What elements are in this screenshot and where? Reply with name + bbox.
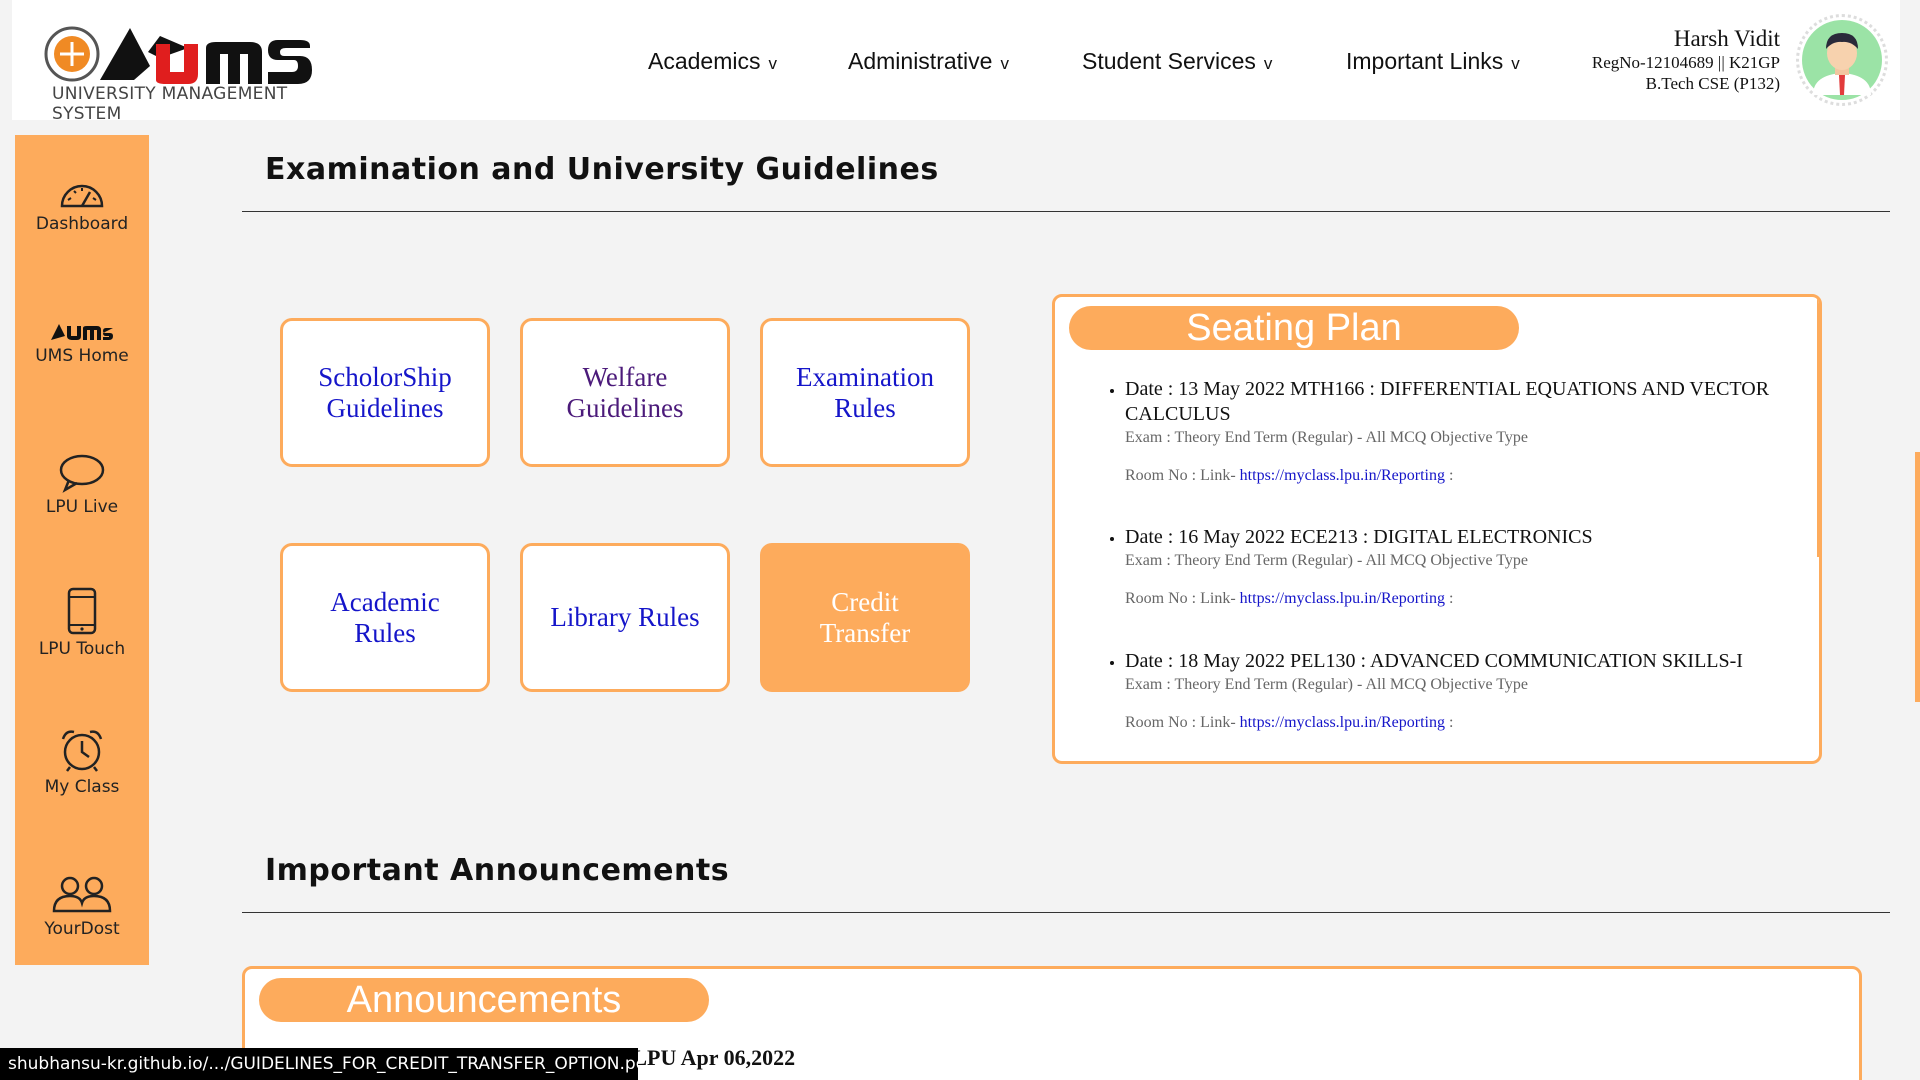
top-header: UNIVERSITY MANAGEMENT SYSTEM Academics v … — [12, 0, 1900, 124]
sidebar-item-lpu-touch[interactable]: LPU Touch — [15, 587, 149, 659]
seating-entry-exam: Exam : Theory End Term (Regular) - All M… — [1125, 676, 1529, 693]
room-suffix: : — [1445, 714, 1454, 731]
reporting-link[interactable]: https://myclass.lpu.in/Reporting — [1240, 714, 1445, 731]
chevron-down-icon: v — [768, 54, 777, 73]
sidebar-item-lpu-live[interactable]: LPU Live — [15, 453, 149, 517]
sidebar-item-ums-home[interactable]: UMS Home — [15, 320, 149, 366]
room-label: Room No : Link- — [1125, 467, 1236, 484]
chevron-down-icon: v — [1263, 54, 1273, 73]
seating-entry-room: Room No : Link- https://myclass.lpu.in/R… — [1125, 714, 1805, 732]
nav-academics[interactable]: Academics v — [648, 48, 777, 75]
room-suffix: : — [1445, 467, 1454, 484]
tile-scholarship-guidelines[interactable]: ScholorShip Guidelines — [280, 318, 490, 467]
avatar[interactable] — [1796, 14, 1888, 106]
sidebar-label-lpu-live: LPU Live — [45, 497, 119, 517]
nav-student-services-label: Student Services — [1082, 48, 1256, 74]
browser-status-url: shubhansu-kr.github.io/.../GUIDELINES_FO… — [0, 1048, 638, 1080]
section-divider — [242, 211, 1890, 212]
seating-entry: Date : 16 May 2022 ECE213 : DIGITAL ELEC… — [1125, 525, 1805, 649]
people-icon — [52, 876, 112, 913]
sidebar-label-lpu-touch: LPU Touch — [38, 639, 126, 659]
mobile-phone-icon — [67, 587, 97, 635]
room-suffix: : — [1445, 590, 1454, 607]
seating-entry: Date : 13 May 2022 MTH166 : DIFFERENTIAL… — [1125, 377, 1805, 525]
announcements-card-title: Announcements — [259, 978, 709, 1022]
sidebar-label-yourdost: YourDost — [44, 919, 120, 939]
reporting-link[interactable]: https://myclass.lpu.in/Reporting — [1240, 467, 1445, 484]
tile-examination-rules[interactable]: Examination Rules — [760, 318, 970, 467]
page-scrollbar[interactable] — [1915, 452, 1920, 702]
sidebar-item-dashboard[interactable]: Dashboard — [15, 180, 149, 234]
sidebar-item-my-class[interactable]: My Class — [15, 727, 149, 797]
tile-academic-rules[interactable]: Academic Rules — [280, 543, 490, 692]
chevron-down-icon: v — [1000, 54, 1009, 73]
announcements-section-title: Important Announcements — [265, 853, 730, 888]
announcement-item[interactable]: -LPU Apr 06,2022 — [625, 1045, 795, 1071]
nav-important-links-label: Important Links — [1346, 48, 1504, 74]
seating-plan-scrollbar[interactable] — [1817, 297, 1819, 557]
tile-library-rules[interactable]: Library Rules — [520, 543, 730, 692]
nav-student-services[interactable]: Student Services v — [1082, 48, 1272, 75]
chevron-down-icon: v — [1511, 54, 1520, 73]
seating-plan-list: Date : 13 May 2022 MTH166 : DIFFERENTIAL… — [1105, 377, 1805, 732]
seating-entry-exam: Exam : Theory End Term (Regular) - All M… — [1125, 552, 1529, 569]
seating-entry-exam: Exam : Theory End Term (Regular) - All M… — [1125, 429, 1529, 446]
user-regno: RegNo-12104689 || K21GP — [1591, 53, 1780, 72]
ums-logo-mark-icon — [44, 26, 312, 84]
nav-administrative-label: Administrative — [848, 48, 993, 74]
guidelines-section-title: Examination and University Guidelines — [265, 152, 939, 187]
sidebar-label-my-class: My Class — [44, 777, 120, 797]
chat-bubble-icon — [59, 454, 105, 493]
seating-plan-title: Seating Plan — [1069, 306, 1519, 350]
room-label: Room No : Link- — [1125, 590, 1236, 607]
user-name: Harsh Vidit — [1673, 26, 1780, 51]
ums-logo-icon — [51, 324, 113, 340]
tile-credit-transfer[interactable]: Credit Transfer — [760, 543, 970, 692]
ums-logo[interactable]: UNIVERSITY MANAGEMENT SYSTEM — [38, 18, 348, 124]
seating-entry-head: Date : 16 May 2022 ECE213 : DIGITAL ELEC… — [1125, 526, 1593, 548]
tile-welfare-guidelines[interactable]: Welfare Guidelines — [520, 318, 730, 467]
room-label: Room No : Link- — [1125, 714, 1236, 731]
seating-entry-head: Date : 13 May 2022 MTH166 : DIFFERENTIAL… — [1125, 378, 1770, 425]
seating-entry-room: Room No : Link- https://myclass.lpu.in/R… — [1125, 467, 1805, 485]
seating-entry-room: Room No : Link- https://myclass.lpu.in/R… — [1125, 590, 1805, 608]
sidebar-label-dashboard: Dashboard — [35, 214, 129, 234]
user-program: B.Tech CSE (P132) — [1645, 74, 1780, 93]
user-avatar-icon — [1802, 20, 1882, 100]
seating-entry: Date : 18 May 2022 PEL130 : ADVANCED COM… — [1125, 649, 1805, 732]
sidebar-label-ums-home: UMS Home — [35, 346, 129, 366]
logo-subtitle: UNIVERSITY MANAGEMENT SYSTEM — [52, 84, 288, 124]
nav-important-links[interactable]: Important Links v — [1346, 48, 1520, 75]
sidebar: Dashboard UMS Home LPU Live LPU Touch My… — [15, 135, 149, 965]
sidebar-item-yourdost[interactable]: YourDost — [15, 875, 149, 939]
seating-plan-card: Seating Plan Date : 13 May 2022 MTH166 :… — [1052, 294, 1822, 764]
seating-entry-head: Date : 18 May 2022 PEL130 : ADVANCED COM… — [1125, 650, 1743, 672]
nav-administrative[interactable]: Administrative v — [848, 48, 1009, 75]
section-divider — [242, 912, 1890, 913]
dashboard-gauge-icon — [60, 184, 104, 208]
alarm-clock-icon — [61, 730, 103, 772]
nav-academics-label: Academics — [648, 48, 761, 74]
reporting-link[interactable]: https://myclass.lpu.in/Reporting — [1240, 590, 1445, 607]
